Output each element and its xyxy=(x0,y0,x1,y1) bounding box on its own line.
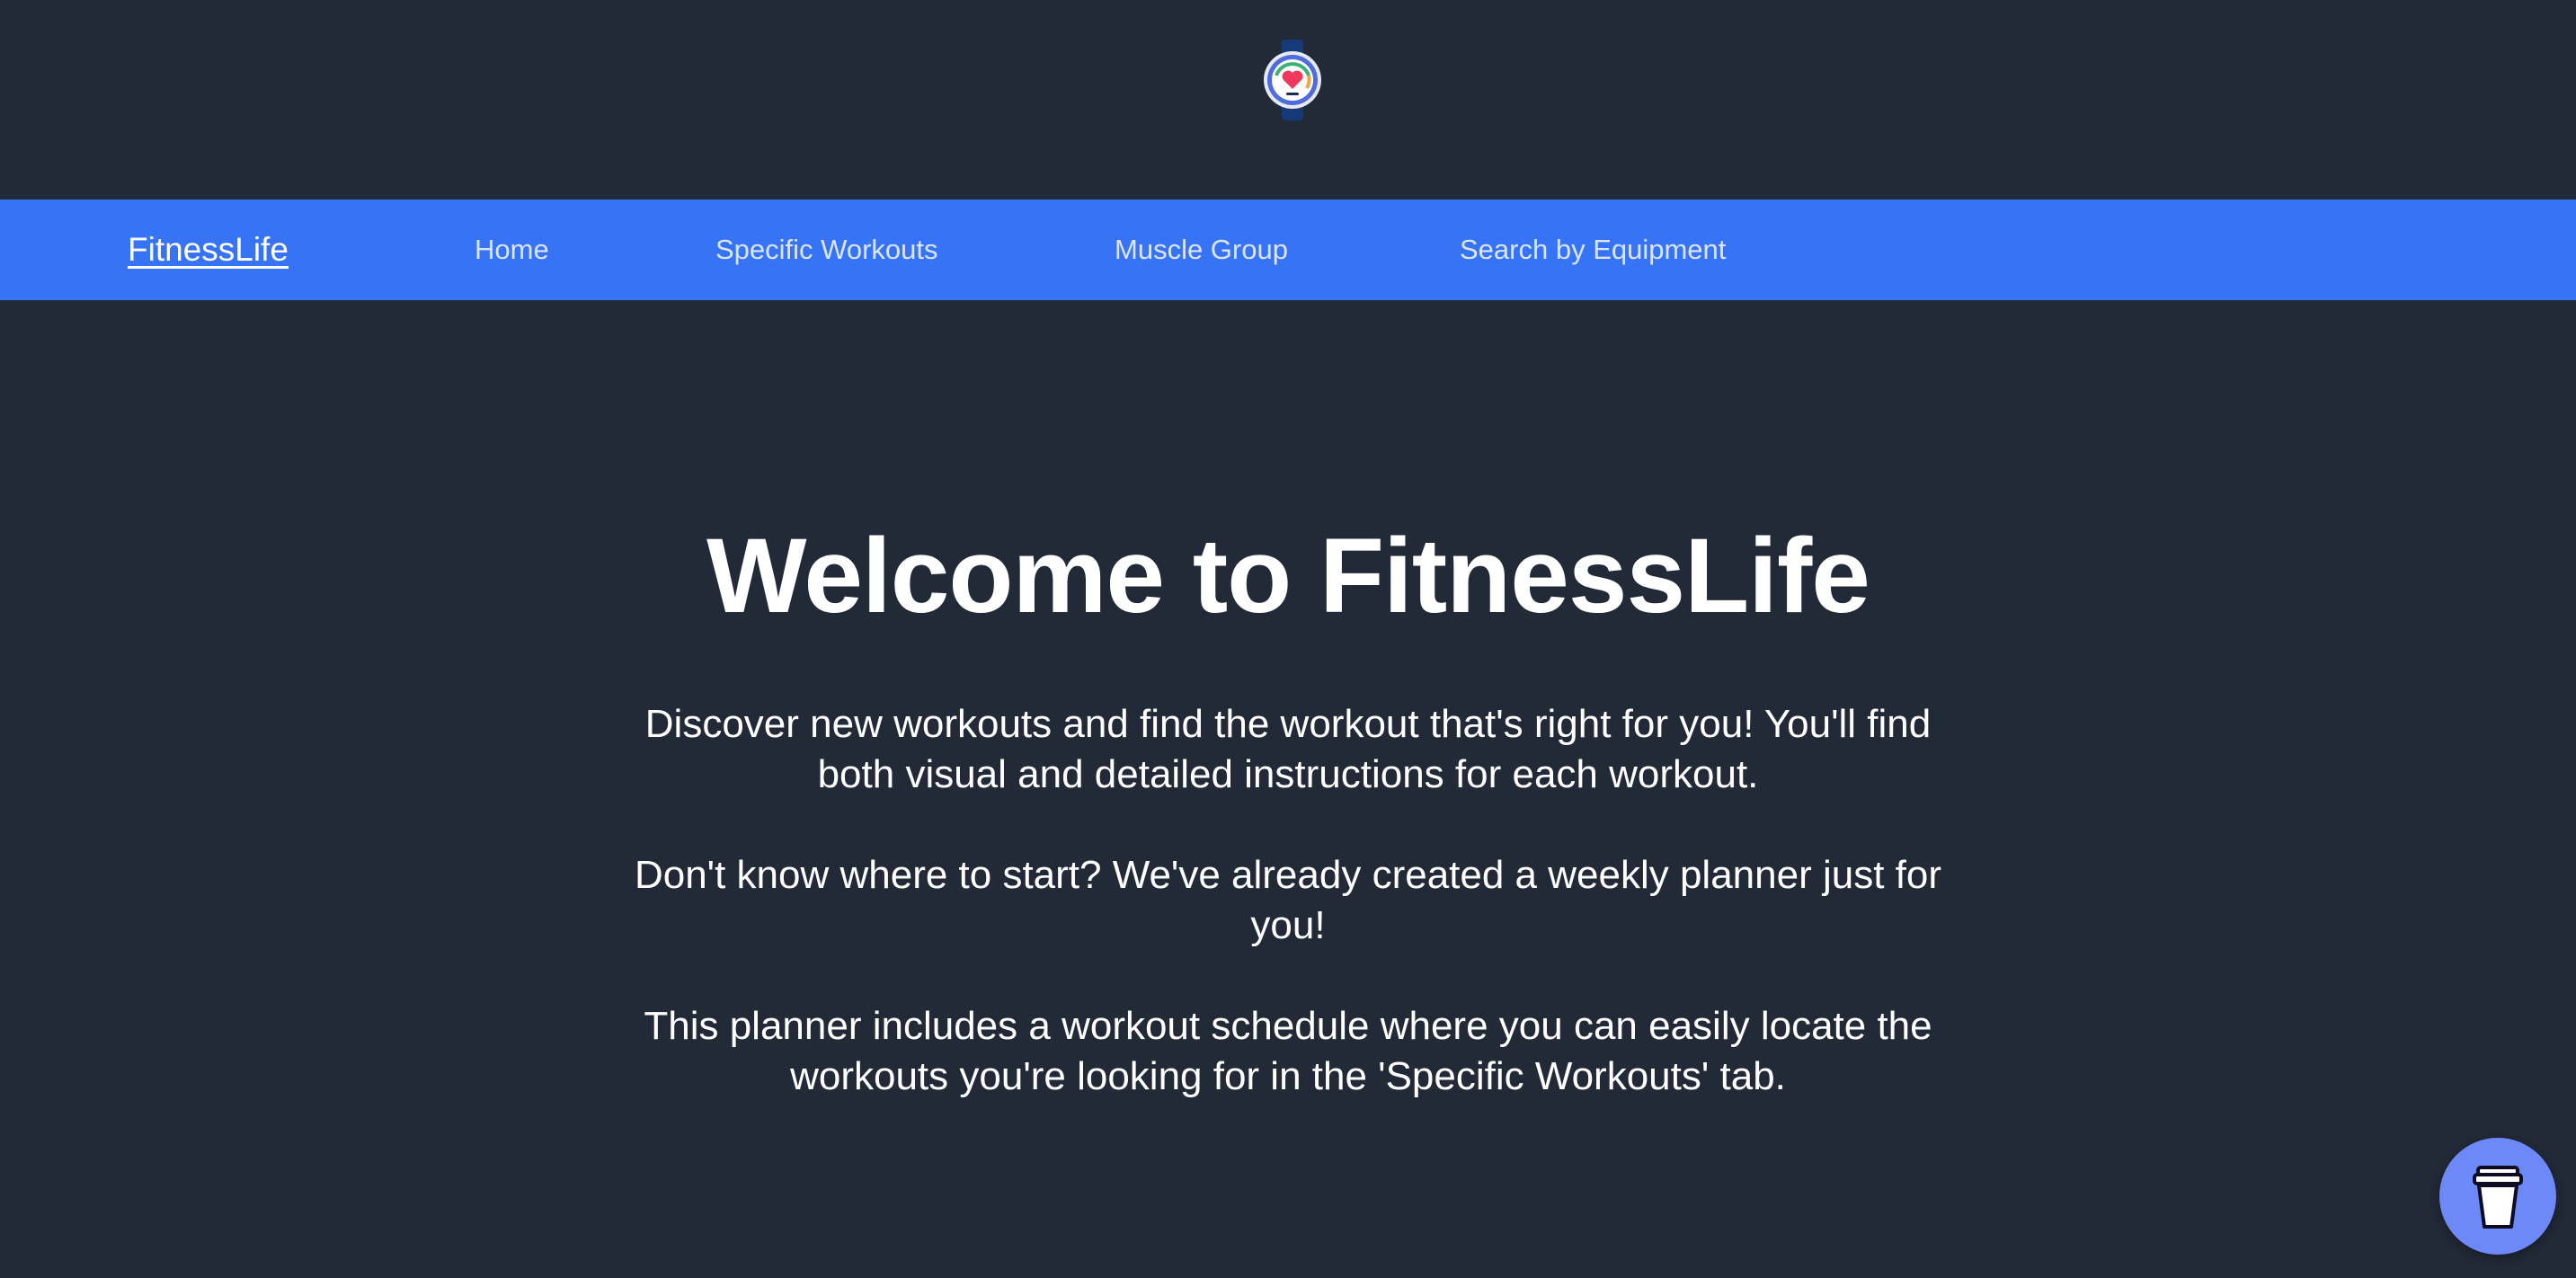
page: FitnessLife Home Specific Workouts Muscl… xyxy=(0,0,2576,1278)
coffee-cup-icon xyxy=(2473,1166,2523,1229)
nav-link-search-by-equipment[interactable]: Search by Equipment xyxy=(1460,200,1726,300)
schedule-paragraph: This planner includes a workout schedule… xyxy=(644,1004,1932,1098)
page-title: Welcome to FitnessLife xyxy=(706,517,1870,635)
buy-me-a-coffee-button[interactable] xyxy=(2439,1138,2556,1255)
smartwatch-heart-icon[interactable] xyxy=(1255,40,1330,120)
main-navbar: FitnessLife Home Specific Workouts Muscl… xyxy=(0,200,2576,300)
brand-link[interactable]: FitnessLife xyxy=(128,200,289,300)
nav-link-specific-workouts[interactable]: Specific Workouts xyxy=(715,200,938,300)
nav-link-home[interactable]: Home xyxy=(475,200,549,300)
nav-link-muscle-group[interactable]: Muscle Group xyxy=(1115,200,1288,300)
planner-paragraph: Don't know where to start? We've already… xyxy=(634,853,1942,947)
intro-paragraph: Discover new workouts and find the worko… xyxy=(644,702,1932,796)
header-logo-bar xyxy=(0,0,2576,200)
